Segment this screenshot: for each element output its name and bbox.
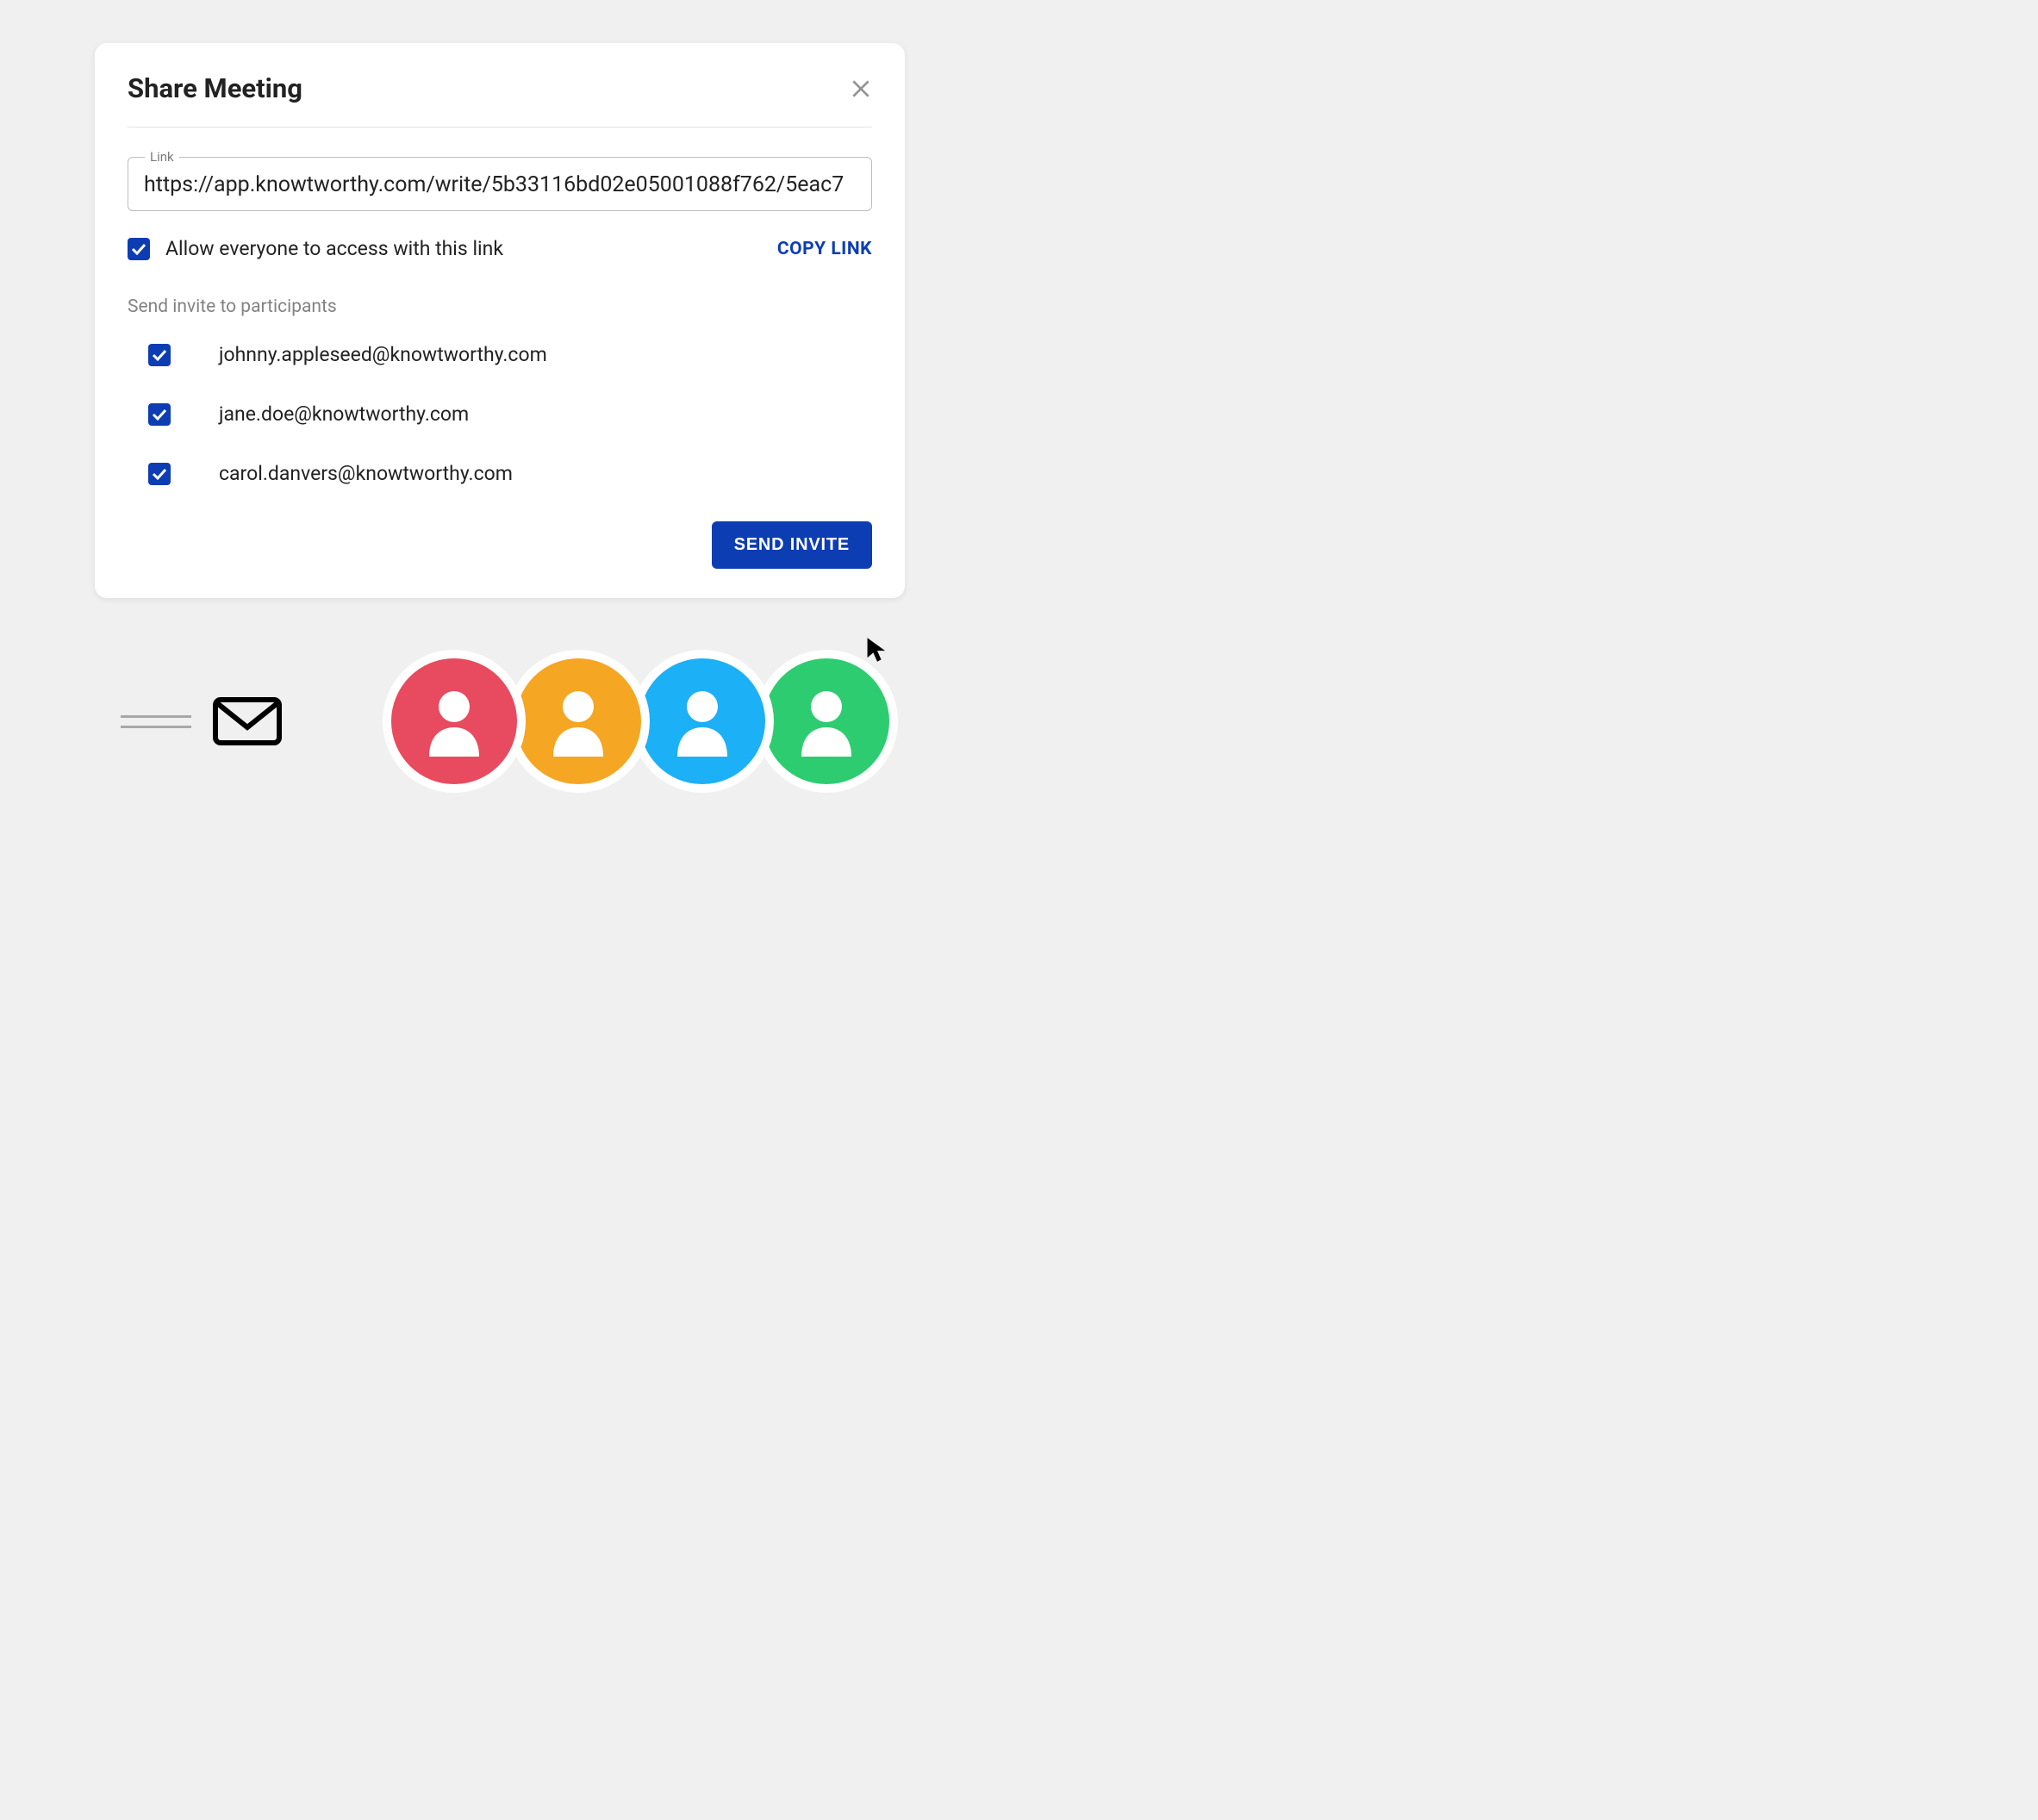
link-input[interactable] — [128, 157, 872, 211]
cursor-icon — [865, 636, 889, 664]
mail-lines-icon — [121, 715, 191, 728]
close-icon[interactable] — [850, 78, 872, 100]
link-options-row: Allow everyone to access with this link … — [128, 237, 872, 260]
avatar — [383, 650, 526, 793]
participant-email: jane.doe@knowtworthy.com — [219, 402, 469, 426]
share-meeting-dialog: Share Meeting Link Allow everyone to acc… — [95, 43, 905, 598]
person-icon — [545, 686, 612, 757]
participants-list: johnny.appleseed@knowtworthy.com jane.do… — [128, 343, 872, 485]
check-icon — [152, 349, 167, 361]
participant-row: jane.doe@knowtworthy.com — [128, 402, 872, 426]
allow-access-row: Allow everyone to access with this link — [128, 237, 503, 260]
participant-email: carol.danvers@knowtworthy.com — [219, 462, 513, 485]
participant-checkbox[interactable] — [148, 463, 171, 485]
participant-checkbox[interactable] — [148, 344, 171, 366]
send-invite-button[interactable]: SEND INVITE — [712, 521, 872, 569]
person-icon — [421, 686, 488, 757]
avatar — [755, 650, 898, 793]
copy-link-button[interactable]: COPY LINK — [777, 239, 872, 259]
dialog-title: Share Meeting — [128, 72, 302, 104]
link-label: Link — [145, 149, 179, 165]
allow-access-checkbox[interactable] — [128, 238, 150, 260]
person-icon — [669, 686, 736, 757]
participant-email: johnny.appleseed@knowtworthy.com — [219, 343, 547, 366]
dialog-header: Share Meeting — [128, 43, 872, 128]
allow-access-label: Allow everyone to access with this link — [165, 237, 503, 260]
person-icon — [793, 686, 860, 757]
avatars — [383, 650, 898, 793]
participant-row: johnny.appleseed@knowtworthy.com — [128, 343, 872, 366]
link-field-group: Link — [128, 157, 872, 211]
participant-row: carol.danvers@knowtworthy.com — [128, 462, 872, 485]
avatar — [507, 650, 650, 793]
participant-checkbox[interactable] — [148, 403, 171, 426]
bottom-illustration — [95, 650, 905, 793]
avatar — [631, 650, 774, 793]
check-icon — [131, 243, 146, 255]
check-icon — [152, 468, 167, 480]
mail-icon — [212, 695, 283, 748]
check-icon — [152, 408, 167, 421]
send-invite-label: Send invite to participants — [128, 296, 872, 317]
